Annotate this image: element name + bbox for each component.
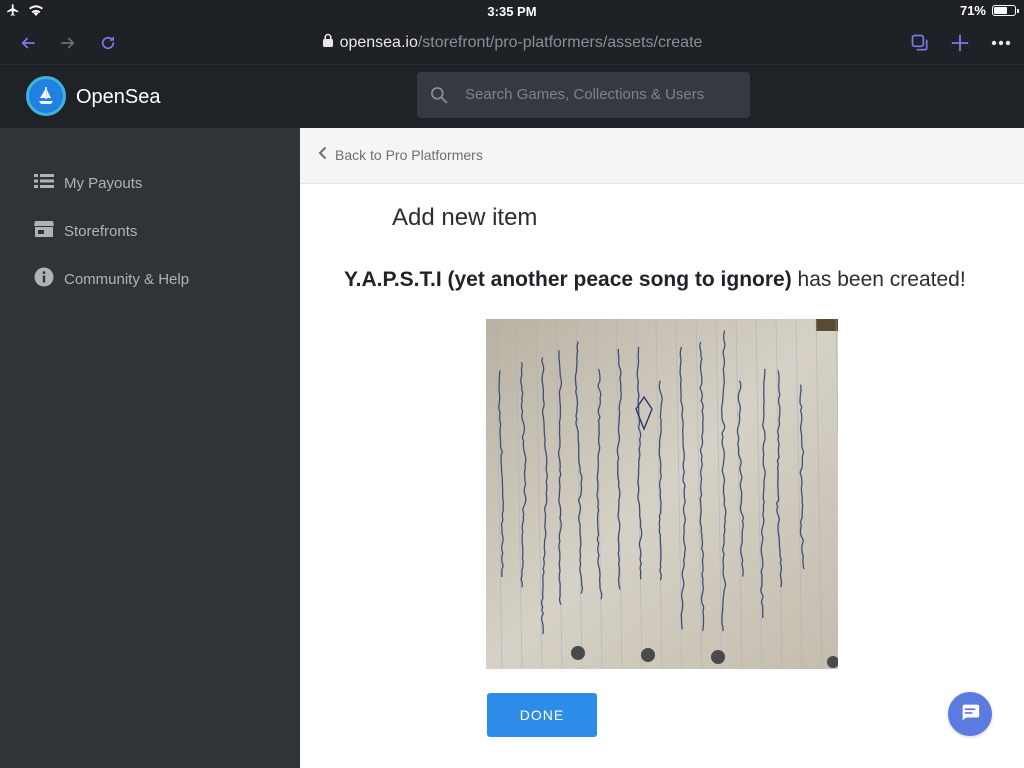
url-domain: opensea.io — [339, 34, 418, 51]
punch-hole — [711, 650, 725, 664]
chat-button[interactable] — [948, 692, 992, 736]
punch-hole — [641, 648, 655, 662]
sidebar-item-label: My Payouts — [64, 174, 143, 192]
plus-icon[interactable] — [947, 30, 973, 56]
back-bar: Back to Pro Platformers — [300, 128, 1024, 184]
created-item-name: Y.A.P.S.T.I (yet another peace song to i… — [344, 268, 792, 291]
sidebar: My Payouts Storefronts Community & Help — [0, 128, 300, 768]
site-header: OpenSea Search Games, Collections & User… — [0, 64, 1024, 128]
search-placeholder: Search Games, Collections & Users — [465, 86, 705, 103]
sidebar-item-label: Storefronts — [64, 222, 138, 240]
punch-hole — [571, 646, 585, 660]
page-title: Add new item — [392, 204, 538, 231]
battery-icon — [992, 5, 1019, 16]
list-icon — [34, 173, 54, 193]
info-icon — [34, 267, 54, 291]
status-bar: 3:35 PM 71% — [0, 0, 1024, 22]
battery-fill — [994, 7, 1007, 14]
lock-icon — [322, 33, 334, 53]
battery-percent: 71% — [959, 3, 986, 18]
sidebar-item-label: Community & Help — [64, 270, 190, 288]
back-link-label: Back to Pro Platformers — [335, 146, 483, 163]
brand-name[interactable]: OpenSea — [76, 86, 161, 109]
search-input[interactable]: Search Games, Collections & Users — [417, 72, 750, 118]
address-bar[interactable]: opensea.io/storefront/pro-platformers/as… — [0, 33, 1024, 53]
main-content: Back to Pro Platformers Add new item Y.A… — [300, 128, 1024, 768]
item-image — [486, 319, 838, 669]
search-icon — [429, 85, 449, 110]
opensea-logo-icon[interactable] — [26, 76, 66, 116]
sidebar-item-storefronts[interactable]: Storefronts — [34, 220, 137, 242]
back-link[interactable]: Back to Pro Platformers — [318, 146, 483, 163]
sidebar-item-community-help[interactable]: Community & Help — [34, 267, 190, 291]
chevron-left-icon — [318, 146, 327, 163]
created-suffix: has been created! — [791, 268, 966, 291]
done-button[interactable]: DONE — [487, 693, 597, 737]
status-time: 3:35 PM — [487, 4, 537, 19]
tabs-icon[interactable] — [907, 30, 933, 56]
browser-toolbar: opensea.io/storefront/pro-platformers/as… — [0, 22, 1024, 64]
status-right: 71% — [959, 3, 1019, 18]
more-icon[interactable] — [988, 30, 1014, 56]
sidebar-item-my-payouts[interactable]: My Payouts — [34, 172, 142, 194]
url-path: /storefront/pro-platformers/assets/creat… — [417, 34, 703, 51]
handwritten-page-illustration — [486, 319, 838, 669]
storefront-icon — [34, 220, 54, 242]
chat-icon — [959, 701, 981, 728]
created-message: Y.A.P.S.T.I (yet another peace song to i… — [344, 268, 966, 292]
